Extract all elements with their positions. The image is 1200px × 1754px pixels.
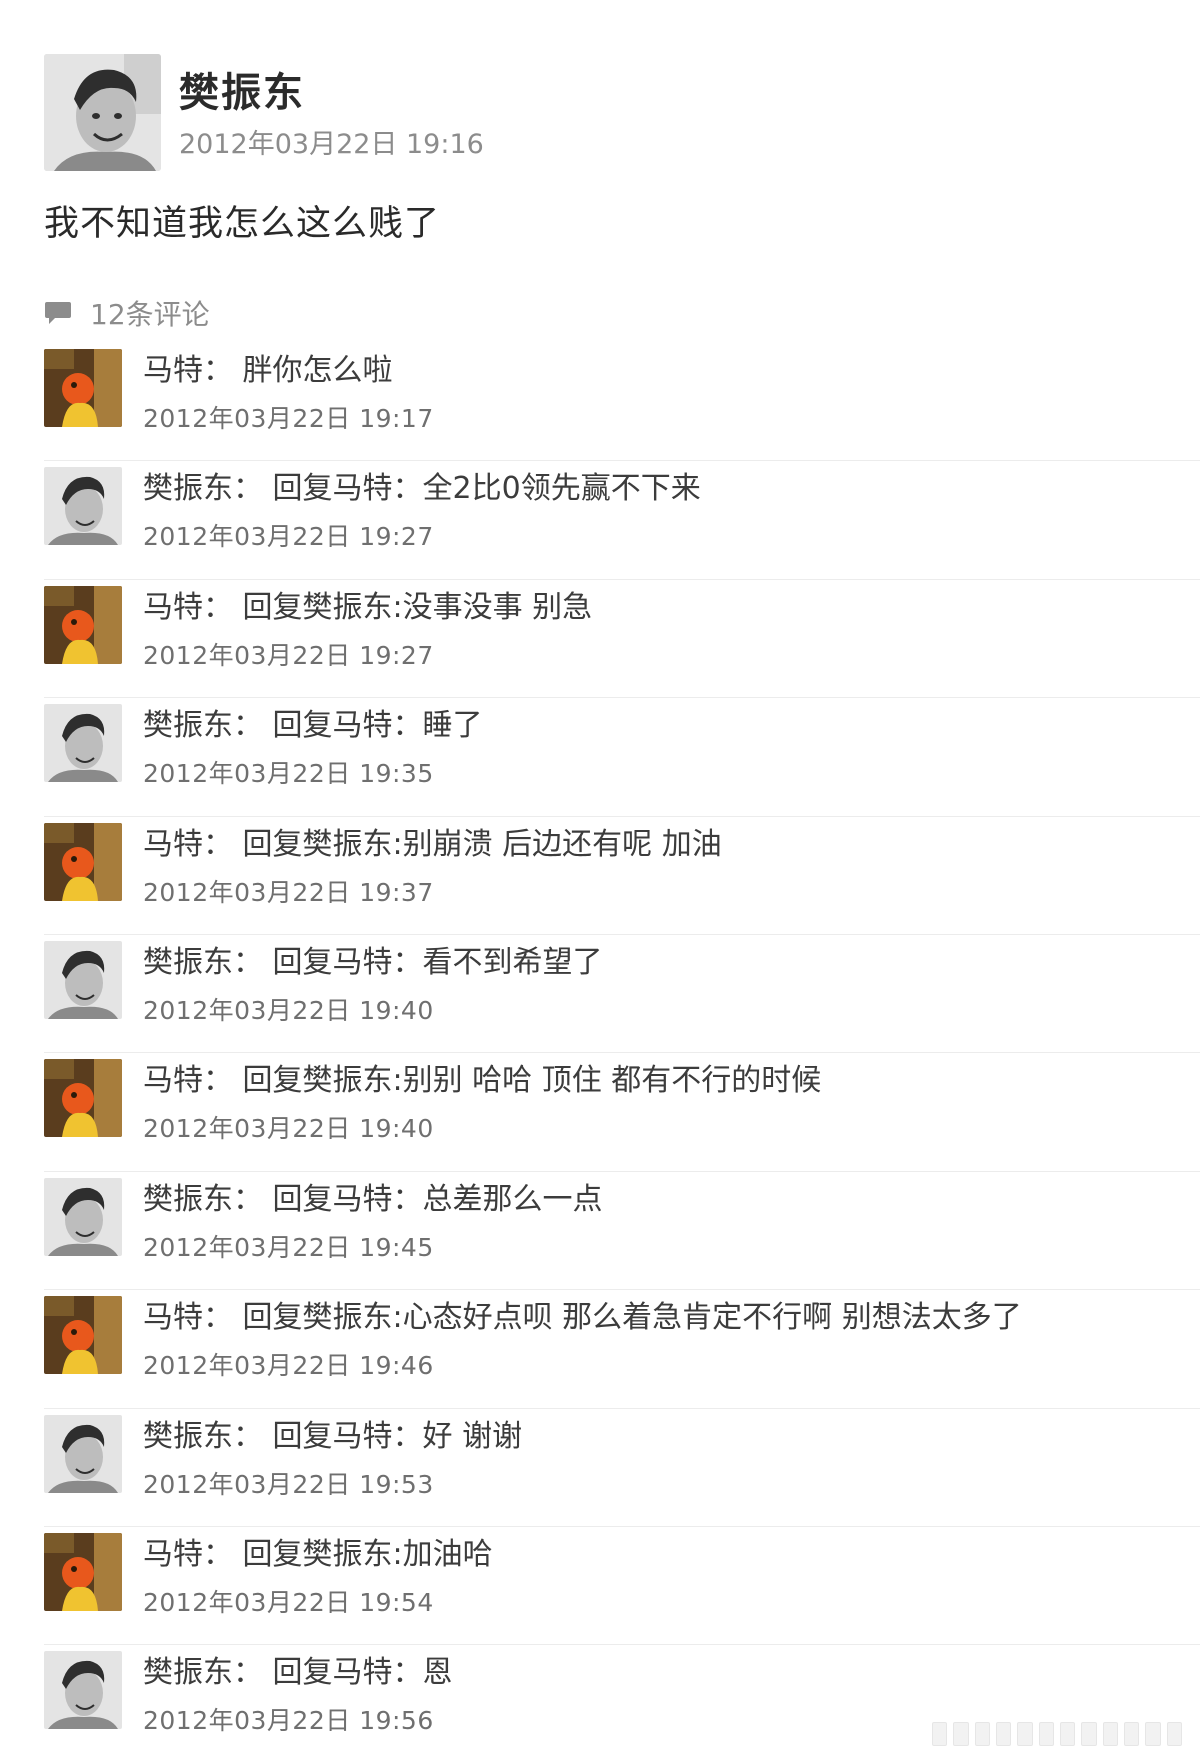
cartoon-avatar[interactable] <box>44 822 122 901</box>
comment-item: 马特： 回复樊振东:没事没事 别急 2012年03月22日 19:27 <box>0 580 1200 699</box>
comment-item: 马特： 胖你怎么啦 2012年03月22日 19:17 <box>0 343 1200 462</box>
comment-text: 樊振东： 回复马特：恩 <box>143 1655 453 1691</box>
comment-text: 樊振东： 回复马特：看不到希望了 <box>143 944 603 980</box>
watermark-bar <box>995 1722 1012 1746</box>
person-avatar[interactable] <box>44 1651 122 1730</box>
person-avatar-icon <box>44 467 122 546</box>
cartoon-avatar-icon <box>44 585 122 664</box>
comment-item: 马特： 回复樊振东:别崩溃 后边还有呢 加油 2012年03月22日 19:37 <box>0 817 1200 936</box>
watermark-bar <box>1123 1722 1140 1746</box>
watermark-bar <box>1102 1722 1118 1746</box>
comment-timestamp: 2012年03月22日 19:40 <box>143 1114 434 1144</box>
watermark-bar <box>953 1722 969 1746</box>
person-avatar[interactable] <box>44 940 122 1019</box>
cartoon-avatar[interactable] <box>44 585 122 664</box>
comment-text: 樊振东： 回复马特：全2比0领先赢不下来 <box>143 471 701 507</box>
comment-count[interactable]: 12条评论 <box>44 293 210 333</box>
comment-timestamp: 2012年03月22日 19:56 <box>143 1706 434 1736</box>
comment-item: 樊振东： 回复马特：好 谢谢 2012年03月22日 19:53 <box>0 1409 1200 1528</box>
watermark-bars <box>932 1722 1182 1746</box>
person-avatar-icon <box>44 54 161 171</box>
comment-count-label: 12条评论 <box>90 298 210 331</box>
comment-item: 樊振东： 回复马特：睡了 2012年03月22日 19:35 <box>0 698 1200 817</box>
post-content: 我不知道我怎么这么贱了 <box>44 204 441 244</box>
watermark-bar <box>1166 1722 1182 1746</box>
person-avatar-icon <box>44 1651 122 1730</box>
comment-timestamp: 2012年03月22日 19:46 <box>143 1351 434 1381</box>
comment-item: 樊振东： 回复马特：看不到希望了 2012年03月22日 19:40 <box>0 935 1200 1054</box>
person-avatar-icon <box>44 704 122 783</box>
cartoon-avatar[interactable] <box>44 349 122 427</box>
cartoon-avatar-icon <box>44 1059 122 1138</box>
comment-timestamp: 2012年03月22日 19:54 <box>143 1587 434 1617</box>
comment-timestamp: 2012年03月22日 19:40 <box>143 995 434 1025</box>
watermark-bar <box>974 1722 990 1746</box>
comment-text: 马特： 回复樊振东:心态好点呗 那么着急肯定不行啊 别想法太多了 <box>143 1300 1022 1336</box>
comment-text: 樊振东： 回复马特：好 谢谢 <box>143 1418 523 1454</box>
author-avatar[interactable] <box>44 54 161 171</box>
person-avatar[interactable] <box>44 467 122 546</box>
person-avatar[interactable] <box>44 1414 122 1493</box>
person-avatar-icon <box>44 1414 122 1493</box>
watermark-bar <box>1081 1722 1097 1746</box>
comment-timestamp: 2012年03月22日 19:17 <box>143 404 434 433</box>
comment-item: 樊振东： 回复马特：总差那么一点 2012年03月22日 19:45 <box>0 1172 1200 1291</box>
comment-text: 马特： 回复樊振东:加油哈 <box>143 1536 493 1572</box>
watermark-bar <box>1038 1722 1054 1746</box>
watermark-bar <box>932 1722 948 1746</box>
comment-timestamp: 2012年03月22日 19:37 <box>143 877 434 907</box>
person-avatar[interactable] <box>44 1177 122 1256</box>
comment-text: 马特： 回复樊振东:别别 哈哈 顶住 都有不行的时候 <box>143 1063 822 1099</box>
person-avatar-icon <box>44 1177 122 1256</box>
watermark-bar <box>1059 1722 1076 1746</box>
person-avatar-icon <box>44 940 122 1019</box>
comment-item: 马特： 回复樊振东:加油哈 2012年03月22日 19:54 <box>0 1527 1200 1646</box>
comment-text: 马特： 回复樊振东:没事没事 别急 <box>143 589 593 625</box>
comment-timestamp: 2012年03月22日 19:27 <box>143 522 434 552</box>
comment-timestamp: 2012年03月22日 19:27 <box>143 640 434 670</box>
comment-item: 马特： 回复樊振东:心态好点呗 那么着急肯定不行啊 别想法太多了 2012年03… <box>0 1290 1200 1409</box>
cartoon-avatar[interactable] <box>44 1059 122 1138</box>
post-author-name[interactable]: 樊振东 <box>179 60 305 118</box>
comment-item: 马特： 回复樊振东:别别 哈哈 顶住 都有不行的时候 2012年03月22日 1… <box>0 1053 1200 1173</box>
person-avatar[interactable] <box>44 704 122 783</box>
comment-text: 马特： 胖你怎么啦 <box>143 353 393 388</box>
cartoon-avatar-icon <box>44 1532 122 1611</box>
weibo-post-page: 樊振东 2012年03月22日 19:16 我不知道我怎么这么贱了 12条评论 … <box>0 0 1200 1754</box>
post-timestamp: 2012年03月22日 19:16 <box>179 129 484 160</box>
comment-timestamp: 2012年03月22日 19:53 <box>143 1469 434 1499</box>
comment-text: 樊振东： 回复马特：总差那么一点 <box>143 1181 603 1217</box>
comment-bubble-icon <box>45 302 71 324</box>
comment-timestamp: 2012年03月22日 19:35 <box>143 759 434 789</box>
post-header: 樊振东 2012年03月22日 19:16 <box>44 54 1144 174</box>
comment-list: 马特： 胖你怎么啦 2012年03月22日 19:17 樊振东： 回复马特：全2… <box>0 343 1200 1754</box>
watermark-bar <box>1145 1722 1161 1746</box>
cartoon-avatar[interactable] <box>44 1296 122 1375</box>
cartoon-avatar-icon <box>44 822 122 901</box>
comment-text: 马特： 回复樊振东:别崩溃 后边还有呢 加油 <box>143 826 722 862</box>
cartoon-avatar-icon <box>44 1296 122 1375</box>
cartoon-avatar-icon <box>44 349 122 427</box>
comment-item: 樊振东： 回复马特：全2比0领先赢不下来 2012年03月22日 19:27 <box>0 461 1200 581</box>
comment-timestamp: 2012年03月22日 19:45 <box>143 1232 434 1262</box>
cartoon-avatar[interactable] <box>44 1532 122 1611</box>
comment-text: 樊振东： 回复马特：睡了 <box>143 708 483 744</box>
watermark-bar <box>1017 1722 1033 1746</box>
